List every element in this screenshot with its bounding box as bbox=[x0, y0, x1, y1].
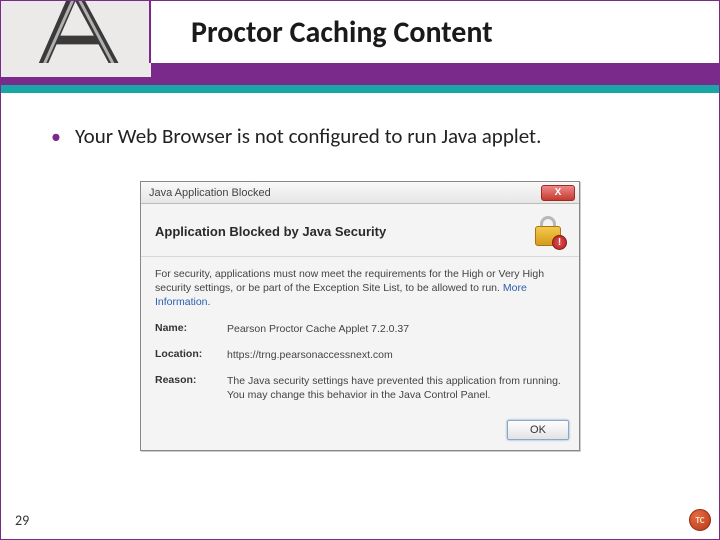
page-number: 29 bbox=[15, 512, 29, 529]
dialog-body: For security, applications must now meet… bbox=[141, 257, 579, 414]
dialog-intro: For security, applications must now meet… bbox=[155, 267, 565, 310]
dialog-row-reason: Reason: The Java security settings have … bbox=[155, 374, 565, 402]
name-value: Pearson Proctor Cache Applet 7.2.0.37 bbox=[227, 322, 409, 336]
java-blocked-dialog: Java Application Blocked X Application B… bbox=[140, 181, 580, 451]
lock-warning-icon: ! bbox=[531, 214, 565, 248]
reason-value: The Java security settings have prevente… bbox=[227, 374, 565, 402]
dialog-header: Application Blocked by Java Security ! bbox=[141, 204, 579, 257]
dialog-heading: Application Blocked by Java Security bbox=[155, 224, 386, 239]
location-value: https://trng.pearsonaccessnext.com bbox=[227, 348, 393, 362]
bullet-item: • Your Web Browser is not configured to … bbox=[51, 123, 669, 151]
title-area: Proctor Caching Content bbox=[151, 1, 719, 63]
slide-header: Proctor Caching Content bbox=[1, 1, 719, 93]
dialog-row-name: Name: Pearson Proctor Cache Applet 7.2.0… bbox=[155, 322, 565, 336]
dialog-intro-text: For security, applications must now meet… bbox=[155, 268, 544, 294]
bullet-text: Your Web Browser is not configured to ru… bbox=[75, 123, 541, 149]
slide-content: • Your Web Browser is not configured to … bbox=[1, 93, 719, 451]
name-label: Name: bbox=[155, 322, 227, 336]
slide-title: Proctor Caching Content bbox=[191, 14, 493, 51]
dialog-titlebar: Java Application Blocked X bbox=[141, 182, 579, 204]
location-label: Location: bbox=[155, 348, 227, 362]
bullet-marker: • bbox=[51, 123, 61, 151]
accent-bar-purple bbox=[1, 63, 719, 85]
dialog-button-row: OK bbox=[141, 414, 579, 450]
accent-bar-teal bbox=[1, 85, 719, 93]
dialog-row-location: Location: https://trng.pearsonaccessnext… bbox=[155, 348, 565, 362]
dialog-window-title: Java Application Blocked bbox=[149, 187, 271, 199]
reason-label: Reason: bbox=[155, 374, 227, 402]
tc-badge-icon: TC bbox=[689, 509, 711, 531]
ok-button[interactable]: OK bbox=[507, 420, 569, 440]
close-button[interactable]: X bbox=[541, 185, 575, 201]
